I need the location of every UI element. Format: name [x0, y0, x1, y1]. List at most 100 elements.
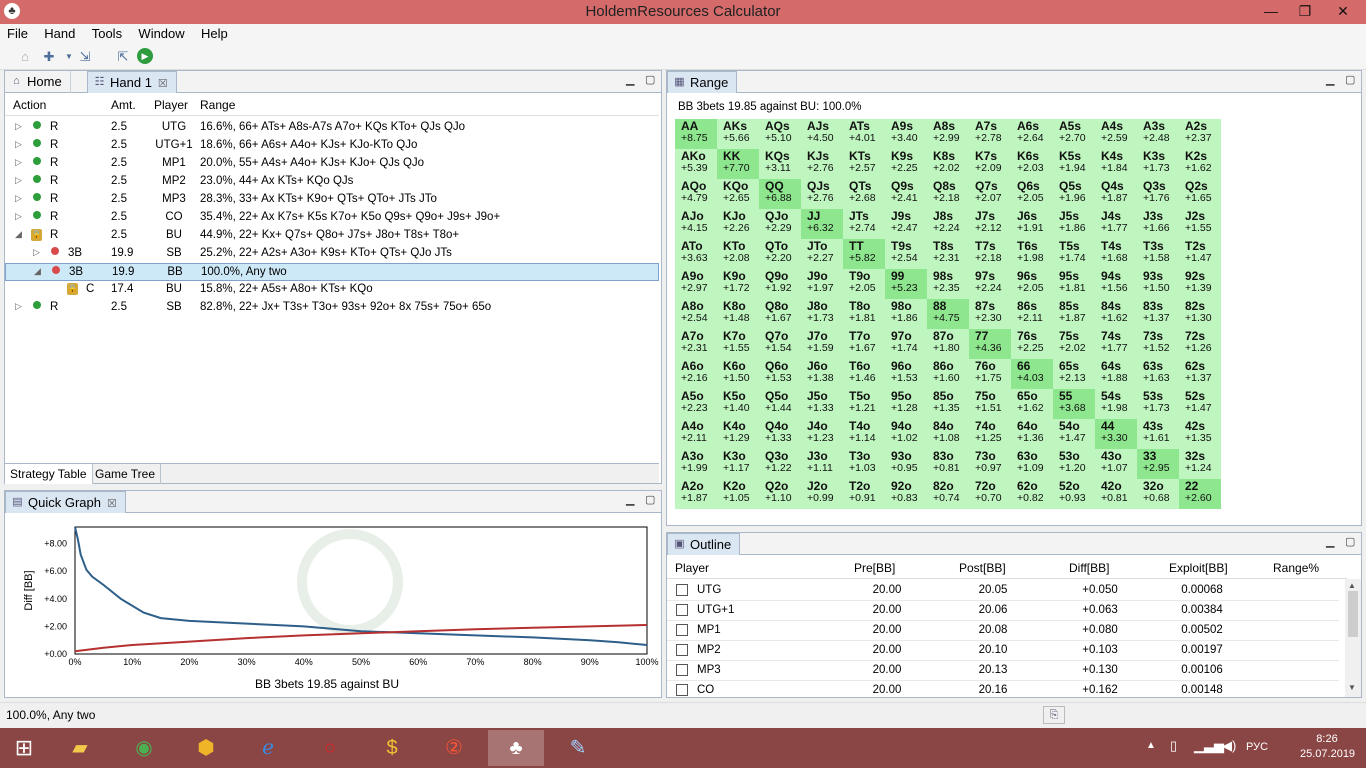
volume-icon[interactable]: ◀): [1222, 738, 1236, 754]
outline-row[interactable]: UTG+1 20.00 20.06 +0.063 0.00384: [667, 601, 1339, 621]
range-cell[interactable]: Q6o +1.53: [759, 359, 801, 389]
close-icon[interactable]: ✕: [1326, 0, 1360, 22]
range-cell[interactable]: 75o +1.51: [969, 389, 1011, 419]
money-icon[interactable]: $: [364, 730, 420, 766]
range-cell[interactable]: 88 +4.75: [927, 299, 969, 329]
minimize-icon[interactable]: —: [1254, 0, 1288, 22]
range-cell[interactable]: 76s +2.25: [1011, 329, 1053, 359]
range-cell[interactable]: AKs +5.66: [717, 119, 759, 149]
menu-tools[interactable]: Tools: [85, 24, 128, 43]
restore-icon[interactable]: ❐: [1288, 0, 1322, 22]
range-cell[interactable]: KK +7.70: [717, 149, 759, 179]
range-cell[interactable]: ATs +4.01: [843, 119, 885, 149]
range-cell[interactable]: 66 +4.03: [1011, 359, 1053, 389]
range-cell[interactable]: T9o +2.05: [843, 269, 885, 299]
range-cell[interactable]: 95s +1.81: [1053, 269, 1095, 299]
range-cell[interactable]: 82o +0.74: [927, 479, 969, 509]
range-cell[interactable]: 72o +0.70: [969, 479, 1011, 509]
range-cell[interactable]: J2s +1.55: [1179, 209, 1221, 239]
row-checkbox[interactable]: [676, 664, 688, 676]
col-diff[interactable]: Diff[BB]: [1069, 561, 1109, 575]
close-tab-icon[interactable]: ☒: [158, 78, 168, 90]
maximize-panel-icon[interactable]: ▢: [1345, 73, 1355, 86]
scroll-up-icon[interactable]: ▲: [1348, 581, 1356, 590]
range-cell[interactable]: 84s +1.62: [1095, 299, 1137, 329]
range-cell[interactable]: T4s +1.68: [1095, 239, 1137, 269]
range-cell[interactable]: Q4s +1.87: [1095, 179, 1137, 209]
range-cell[interactable]: 73o +0.97: [969, 449, 1011, 479]
range-cell[interactable]: AQs +5.10: [759, 119, 801, 149]
col-post[interactable]: Post[BB]: [959, 561, 1006, 575]
range-cell[interactable]: 85s +1.87: [1053, 299, 1095, 329]
range-cell[interactable]: T8s +2.31: [927, 239, 969, 269]
range-cell[interactable]: A2o +1.87: [675, 479, 717, 509]
range-cell[interactable]: QJs +2.76: [801, 179, 843, 209]
menu-window[interactable]: Window: [131, 24, 190, 43]
range-cell[interactable]: 43o +1.07: [1095, 449, 1137, 479]
range-cell[interactable]: 74s +1.77: [1095, 329, 1137, 359]
tab-strategy-table[interactable]: Strategy Table: [5, 464, 93, 484]
range-cell[interactable]: Q9o +1.92: [759, 269, 801, 299]
range-cell[interactable]: K5s +1.94: [1053, 149, 1095, 179]
home-icon[interactable]: ⌂: [16, 48, 34, 66]
range-cell[interactable]: 98s +2.35: [927, 269, 969, 299]
range-cell[interactable]: A5s +2.70: [1053, 119, 1095, 149]
range-cell[interactable]: 97s +2.24: [969, 269, 1011, 299]
file-explorer-icon[interactable]: ▰: [52, 730, 108, 766]
range-cell[interactable]: J9o +1.97: [801, 269, 843, 299]
range-cell[interactable]: J3o +1.11: [801, 449, 843, 479]
holdem-calc-icon[interactable]: ♣: [488, 730, 544, 766]
maximize-panel-icon[interactable]: ▢: [645, 493, 655, 506]
chrome-icon[interactable]: ◉: [116, 730, 172, 766]
outline-scrollbar[interactable]: ▲ ▼: [1345, 579, 1361, 697]
tab-hand-1[interactable]: ☷ Hand 1 ☒: [87, 71, 177, 93]
scroll-down-icon[interactable]: ▼: [1348, 683, 1356, 692]
range-cell[interactable]: 92o +0.83: [885, 479, 927, 509]
range-cell[interactable]: 94o +1.02: [885, 419, 927, 449]
col-amt[interactable]: Amt.: [111, 98, 136, 112]
col-pre[interactable]: Pre[BB]: [854, 561, 895, 575]
action-row[interactable]: ▷ 3B 19.9 SB 25.2%, 22+ A2s+ A3o+ K9s+ KTo+ …: [5, 245, 659, 263]
range-cell[interactable]: K5o +1.40: [717, 389, 759, 419]
collapsed-arrow-icon[interactable]: ▷: [15, 175, 22, 186]
action-row[interactable]: ◢ 3B 19.9 BB 100.0%, Any two: [5, 263, 659, 281]
range-cell[interactable]: QQ +6.88: [759, 179, 801, 209]
range-cell[interactable]: K2o +1.05: [717, 479, 759, 509]
action-row[interactable]: ▷ R 2.5 MP2 23.0%, 44+ Ax KTs+ KQo QJs: [5, 173, 659, 191]
range-cell[interactable]: 65s +2.13: [1053, 359, 1095, 389]
range-cell[interactable]: A9s +3.40: [885, 119, 927, 149]
language-indicator[interactable]: РУС: [1246, 741, 1268, 753]
range-cell[interactable]: T2s +1.47: [1179, 239, 1221, 269]
range-cell[interactable]: A4s +2.59: [1095, 119, 1137, 149]
range-cell[interactable]: K9o +1.72: [717, 269, 759, 299]
outline-row[interactable]: UTG 20.00 20.05 +0.050 0.00068: [667, 581, 1339, 601]
range-cell[interactable]: 86o +1.60: [927, 359, 969, 389]
range-cell[interactable]: 63s +1.63: [1137, 359, 1179, 389]
range-cell[interactable]: KTs +2.57: [843, 149, 885, 179]
opera-icon[interactable]: ○: [302, 730, 358, 766]
range-cell[interactable]: 65o +1.62: [1011, 389, 1053, 419]
range-cell[interactable]: T6s +1.98: [1011, 239, 1053, 269]
vpn-icon[interactable]: ⬢: [178, 730, 234, 766]
range-cell[interactable]: A2s +2.37: [1179, 119, 1221, 149]
collapsed-arrow-icon[interactable]: ▷: [15, 301, 22, 312]
range-cell[interactable]: 53o +1.20: [1053, 449, 1095, 479]
range-cell[interactable]: T5o +1.21: [843, 389, 885, 419]
range-cell[interactable]: T3o +1.03: [843, 449, 885, 479]
range-cell[interactable]: K4s +1.84: [1095, 149, 1137, 179]
range-cell[interactable]: 42o +0.81: [1095, 479, 1137, 509]
range-cell[interactable]: T7s +2.18: [969, 239, 1011, 269]
range-cell[interactable]: Q3o +1.22: [759, 449, 801, 479]
range-cell[interactable]: 83o +0.81: [927, 449, 969, 479]
range-cell[interactable]: AKo +5.39: [675, 149, 717, 179]
range-cell[interactable]: 22 +2.60: [1179, 479, 1221, 509]
range-cell[interactable]: 43s +1.61: [1137, 419, 1179, 449]
range-cell[interactable]: 82s +1.30: [1179, 299, 1221, 329]
range-cell[interactable]: 54s +1.98: [1095, 389, 1137, 419]
network-icon[interactable]: ▯: [1170, 738, 1177, 754]
range-cell[interactable]: Q3s +1.76: [1137, 179, 1179, 209]
status-action-icon[interactable]: ⎘: [1043, 706, 1065, 724]
range-cell[interactable]: Q4o +1.33: [759, 419, 801, 449]
range-cell[interactable]: 64s +1.88: [1095, 359, 1137, 389]
signal-icon[interactable]: ▁▃▅: [1194, 738, 1224, 754]
